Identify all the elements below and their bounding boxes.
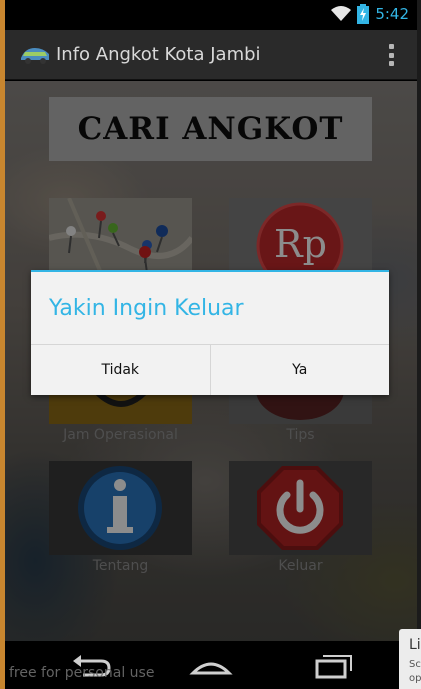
ya-button[interactable]: Ya xyxy=(209,345,390,395)
window-frame-right xyxy=(417,0,421,689)
partial-popup[interactable]: Li Sc op xyxy=(399,629,421,689)
status-icons: 5:42 xyxy=(331,4,409,24)
action-bar: Info Angkot Kota Jambi xyxy=(5,30,417,80)
status-bar: 5:42 xyxy=(5,0,417,30)
angkot-logo-icon[interactable] xyxy=(19,44,51,66)
battery-charging-icon xyxy=(357,4,370,24)
wifi-icon xyxy=(331,6,352,21)
home-icon[interactable] xyxy=(189,653,233,679)
popup-line-1: Li xyxy=(409,637,421,653)
app-title: Info Angkot Kota Jambi xyxy=(56,44,261,65)
dialog-button-bar: Tidak Ya xyxy=(31,344,389,395)
tidak-button[interactable]: Tidak xyxy=(31,345,210,395)
watermark-text: free for personal use xyxy=(9,665,155,681)
dialog-title: Yakin Ingin Keluar xyxy=(49,296,244,321)
recent-apps-icon[interactable] xyxy=(311,653,355,679)
status-time: 5:42 xyxy=(375,5,409,23)
popup-line-3: op xyxy=(409,673,421,684)
overflow-menu-icon[interactable] xyxy=(387,44,395,66)
popup-line-2: Sc xyxy=(409,659,421,670)
app-screen: 5:42 Info Angkot Kota Jambi CARI ANGKOT xyxy=(0,0,421,689)
exit-confirm-dialog: Yakin Ingin Keluar Tidak Ya xyxy=(31,270,389,395)
